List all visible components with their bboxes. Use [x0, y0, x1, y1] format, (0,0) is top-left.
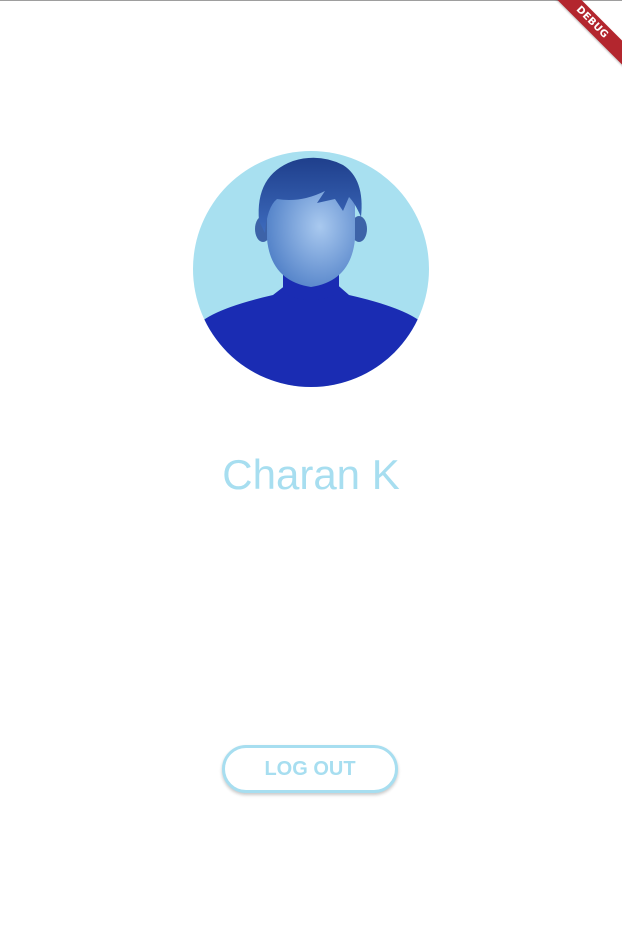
- debug-label: DEBUG: [543, 0, 622, 71]
- top-border: [0, 0, 622, 1]
- logout-button[interactable]: LOG OUT: [222, 745, 398, 793]
- user-avatar-icon: [193, 151, 429, 387]
- profile-name: Charan K: [222, 451, 400, 498]
- profile-screen: DEBUG Charan K LOG OUT: [0, 0, 622, 942]
- debug-banner: DEBUG: [542, 0, 622, 80]
